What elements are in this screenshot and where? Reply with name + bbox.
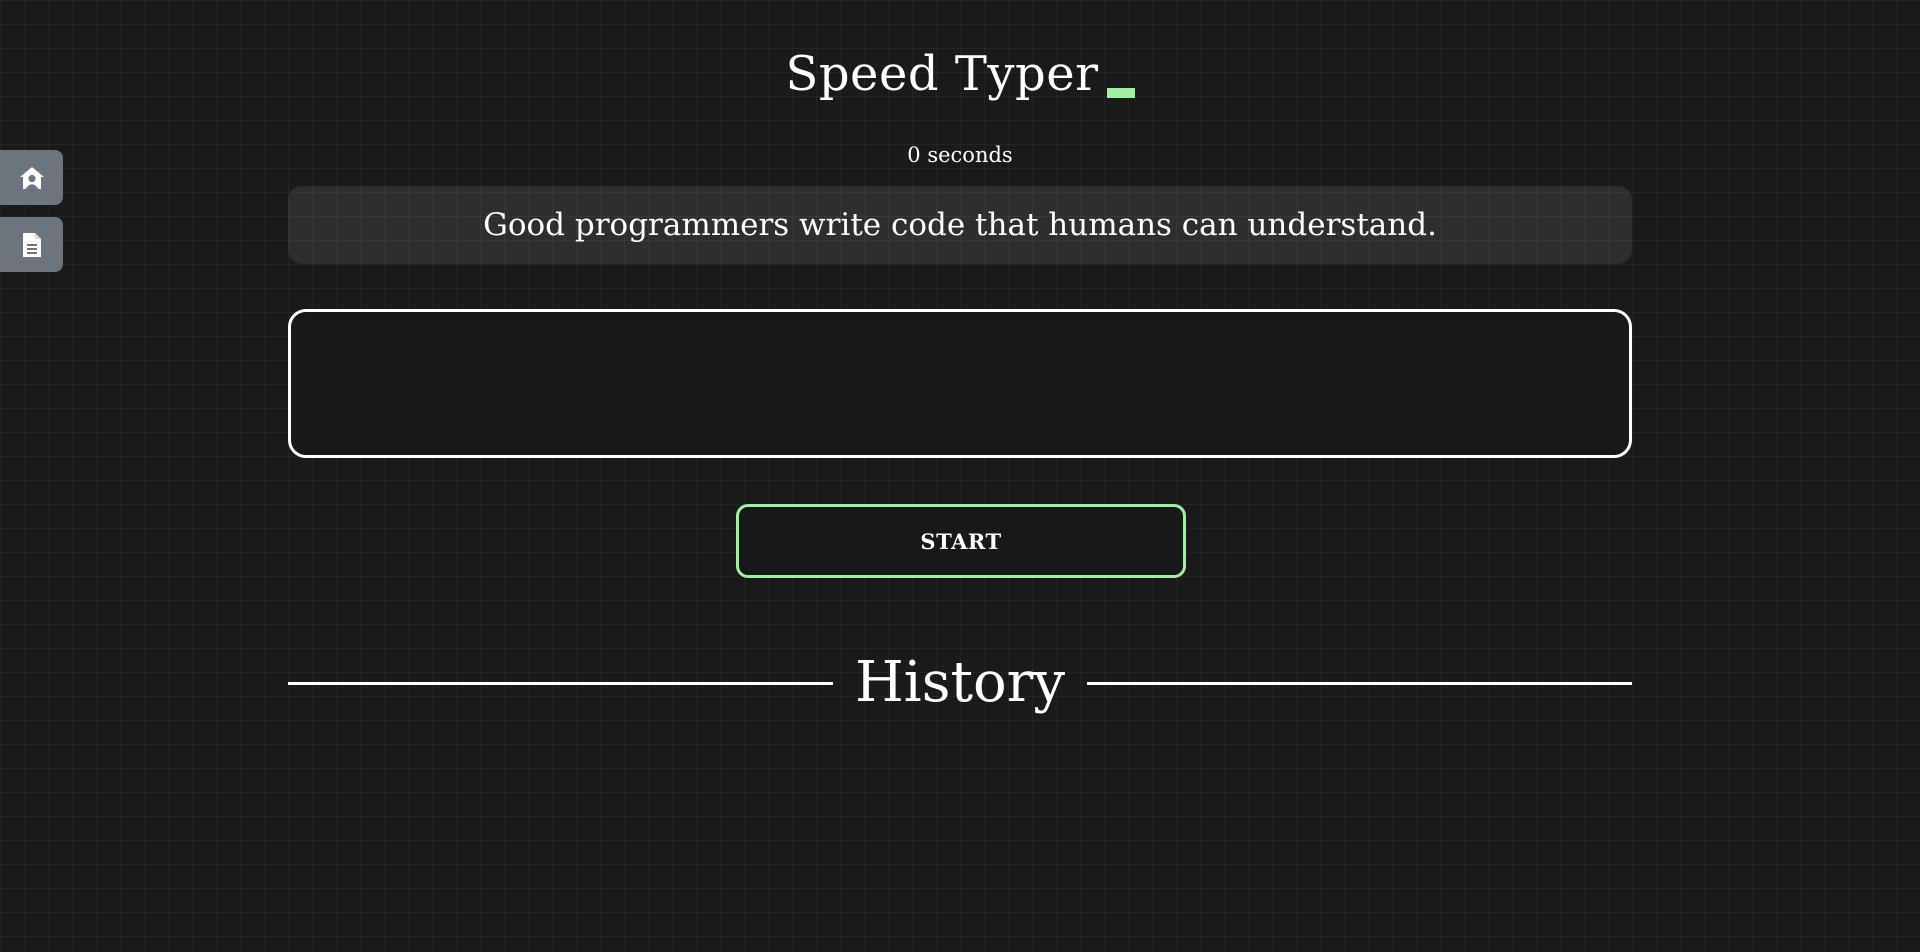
blinking-cursor (1106, 88, 1135, 98)
divider-right (1087, 681, 1633, 685)
document-icon (21, 231, 43, 259)
app-title: Speed Typer (785, 46, 1099, 102)
history-heading: History (288, 645, 1633, 721)
divider-left (288, 681, 833, 685)
quote-text: Good programmers write code that humans … (483, 207, 1437, 243)
documents-button[interactable] (0, 217, 63, 272)
quote-box: Good programmers write code that humans … (288, 186, 1632, 264)
page-title: Speed Typer (288, 44, 1632, 104)
typing-input[interactable] (288, 309, 1632, 458)
home-button[interactable] (0, 150, 63, 205)
timer-display: 0 seconds (907, 143, 1013, 167)
side-nav (0, 150, 63, 272)
history-title: History (854, 650, 1066, 715)
start-button[interactable]: START (736, 504, 1186, 578)
home-user-icon (18, 165, 46, 191)
